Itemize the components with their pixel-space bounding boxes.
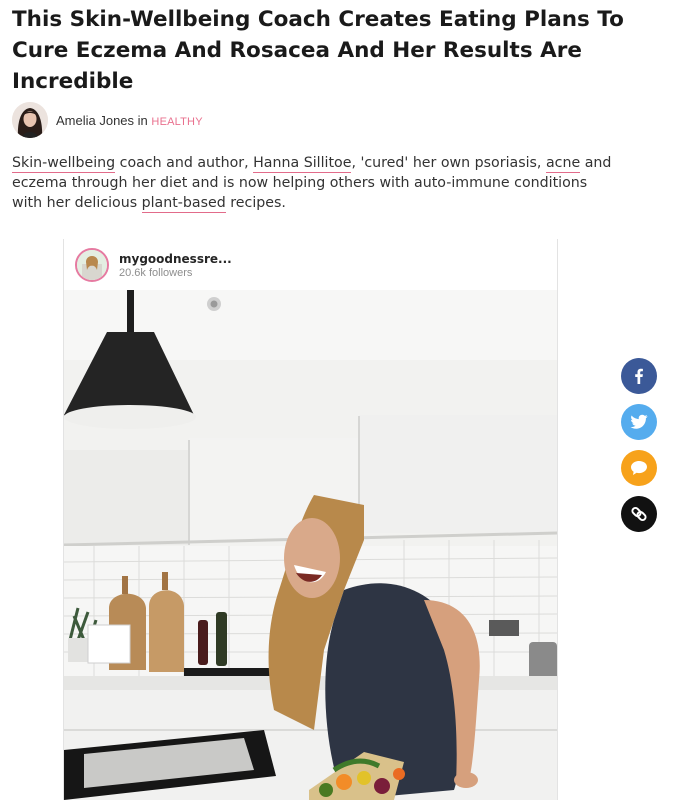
byline: Amelia Jones in HEALTHY [12, 102, 203, 138]
link-acne[interactable]: acne [545, 155, 581, 173]
category-link[interactable]: HEALTHY [151, 116, 202, 128]
intro-text: coach and author, [115, 155, 254, 171]
comment-button[interactable] [621, 450, 657, 486]
facebook-share-button[interactable] [621, 358, 657, 394]
intro-text: , 'cured' her own psoriasis, [351, 155, 546, 171]
instagram-photo[interactable] [64, 290, 557, 800]
byline-text: Amelia Jones in HEALTHY [56, 113, 203, 128]
byline-in: in [137, 112, 148, 128]
instagram-avatar[interactable] [75, 248, 109, 282]
link-skin-wellbeing[interactable]: Skin-wellbeing [12, 155, 116, 173]
article-headline: This Skin-Wellbeing Coach Creates Eating… [12, 7, 624, 94]
twitter-share-button[interactable] [621, 404, 657, 440]
intro-text: recipes. [225, 195, 286, 211]
article-intro: Skin-wellbeing coach and author, Hanna S… [12, 153, 612, 213]
author-avatar[interactable] [12, 102, 48, 138]
link-hanna-sillitoe[interactable]: Hanna Sillitoe [253, 155, 352, 173]
instagram-followers: 20.6k followers [119, 266, 193, 279]
author-name[interactable]: Amelia Jones [56, 113, 134, 128]
facebook-icon [631, 368, 647, 384]
embed-header: mygoodnessre... 20.6k followers [75, 247, 232, 283]
link-icon [630, 505, 648, 523]
instagram-embed: mygoodnessre... 20.6k followers [63, 239, 558, 800]
copy-link-button[interactable] [621, 496, 657, 532]
comment-icon [630, 460, 648, 476]
link-plant-based[interactable]: plant-based [141, 195, 226, 213]
twitter-icon [630, 414, 648, 430]
instagram-username[interactable]: mygoodnessre... [119, 252, 232, 266]
